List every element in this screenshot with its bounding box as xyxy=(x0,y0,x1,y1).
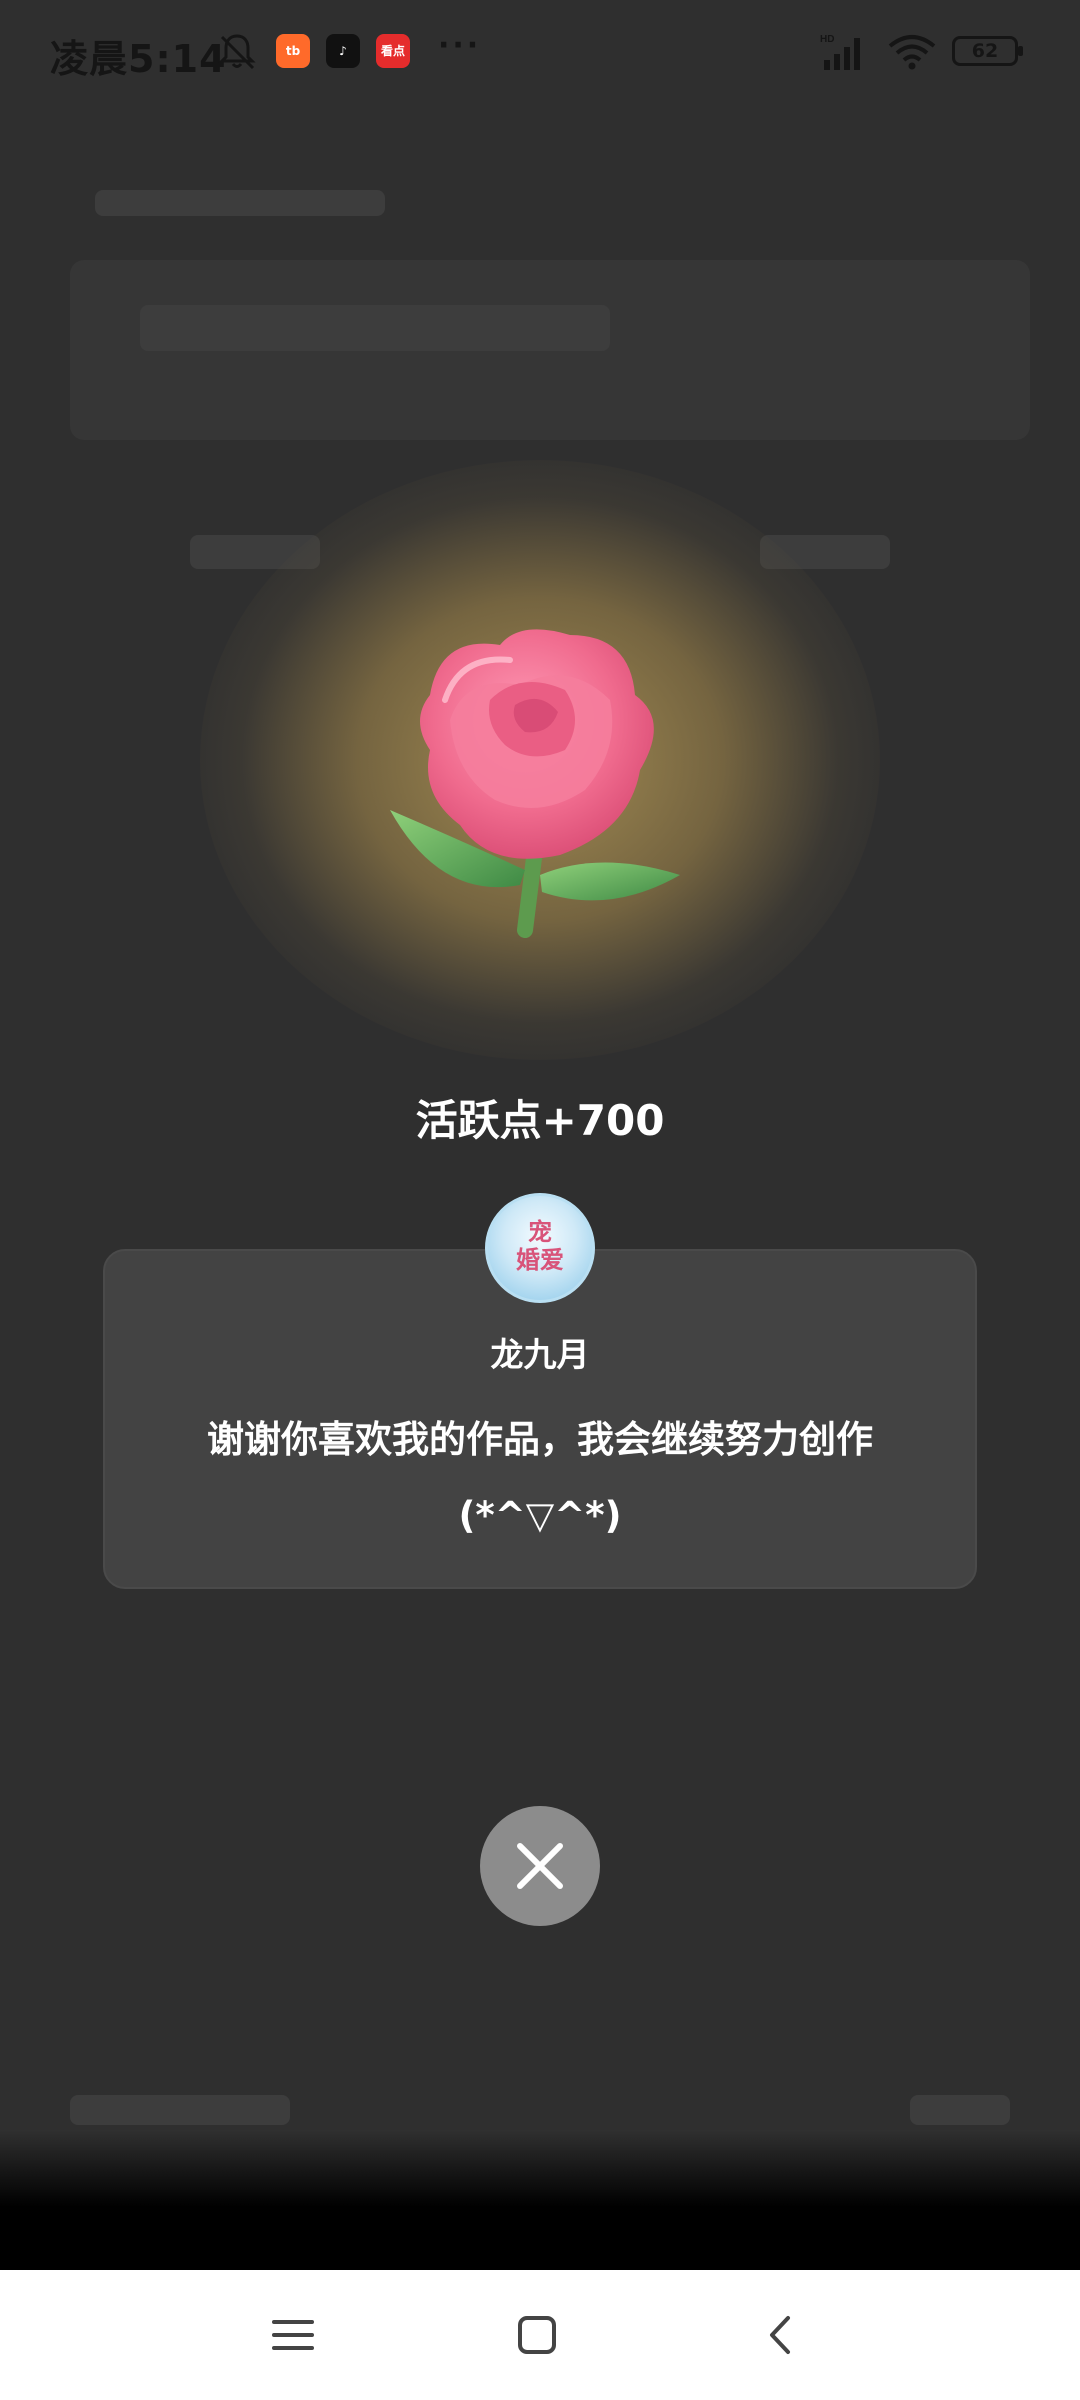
status-bar: 凌晨5:14 tb ♪ 看点 ··· HD 62 xyxy=(0,0,1080,110)
tiktok-icon: ♪ xyxy=(326,34,360,68)
mute-bell-icon xyxy=(218,34,256,70)
close-icon xyxy=(517,1843,563,1889)
background-text-line xyxy=(910,2095,1010,2125)
home-icon[interactable] xyxy=(512,2310,562,2360)
author-name: 龙九月 xyxy=(490,1335,590,1374)
bottom-black-bar xyxy=(0,2210,1080,2270)
author-message: 谢谢你喜欢我的作品，我会继续努力创作(*^▽^*) xyxy=(207,1418,873,1537)
menu-icon[interactable] xyxy=(268,2310,318,2360)
kandian-icon: 看点 xyxy=(376,34,410,68)
background-text-line xyxy=(95,190,385,216)
activity-points-text: 活跃点+700 xyxy=(415,1096,665,1145)
status-indicators: HD 62 xyxy=(820,30,1040,74)
taobao-icon: tb xyxy=(276,34,310,68)
background-text-line xyxy=(140,305,610,351)
back-icon[interactable] xyxy=(756,2310,806,2360)
network-label: HD xyxy=(820,34,834,45)
battery-icon: 62 xyxy=(952,36,1023,66)
wifi-icon xyxy=(888,35,936,70)
status-time: 凌晨5:14 xyxy=(50,37,227,81)
signal-icon: HD xyxy=(820,34,860,70)
author-avatar[interactable]: 宠 婚爱 xyxy=(485,1193,595,1303)
avatar-book-cover-text: 宠 婚爱 xyxy=(516,1218,564,1274)
system-navigation-bar xyxy=(0,2270,1080,2400)
more-notifications-icon: ··· xyxy=(438,28,482,63)
rose-icon xyxy=(390,629,680,938)
battery-level: 62 xyxy=(971,40,999,62)
close-button[interactable] xyxy=(480,1806,600,1926)
background-text-line xyxy=(70,2095,290,2125)
